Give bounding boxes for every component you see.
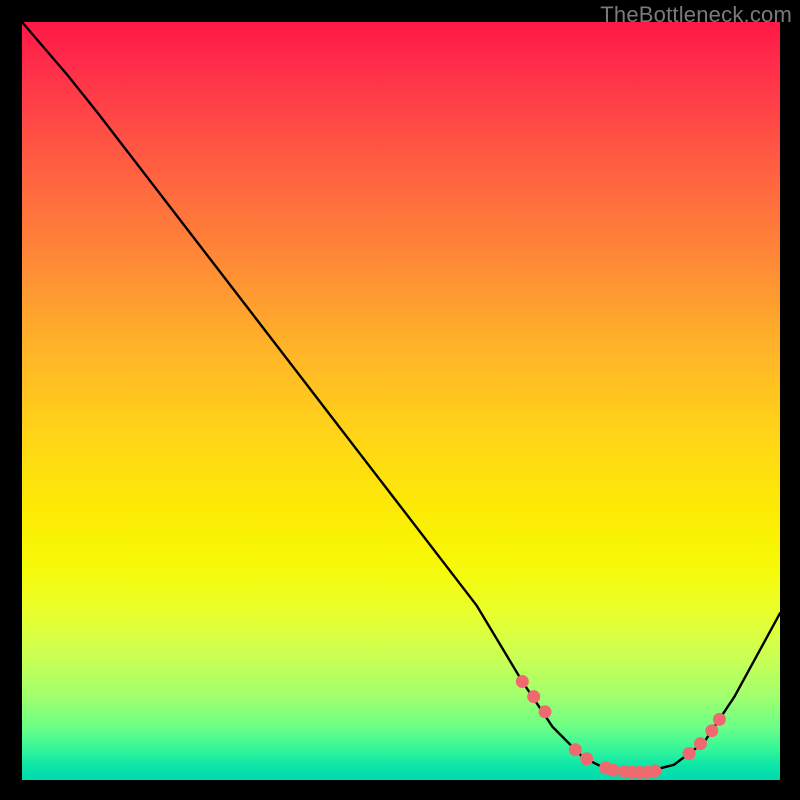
highlight-dot bbox=[683, 747, 696, 760]
highlight-dot bbox=[527, 690, 540, 703]
highlight-dot bbox=[648, 764, 661, 777]
chart-svg bbox=[22, 22, 780, 780]
highlight-dot bbox=[539, 705, 552, 718]
bottleneck-curve bbox=[22, 22, 780, 772]
highlight-dot bbox=[694, 737, 707, 750]
plot-area bbox=[22, 22, 780, 780]
highlight-dot bbox=[713, 713, 726, 726]
highlight-dot bbox=[705, 724, 718, 737]
highlight-dot bbox=[569, 743, 582, 756]
highlight-dot bbox=[516, 675, 529, 688]
watermark-label: TheBottleneck.com bbox=[600, 2, 792, 28]
highlight-dot bbox=[607, 764, 620, 777]
chart-frame: TheBottleneck.com bbox=[0, 0, 800, 800]
highlight-dot bbox=[580, 752, 593, 765]
highlight-dots bbox=[516, 675, 726, 779]
